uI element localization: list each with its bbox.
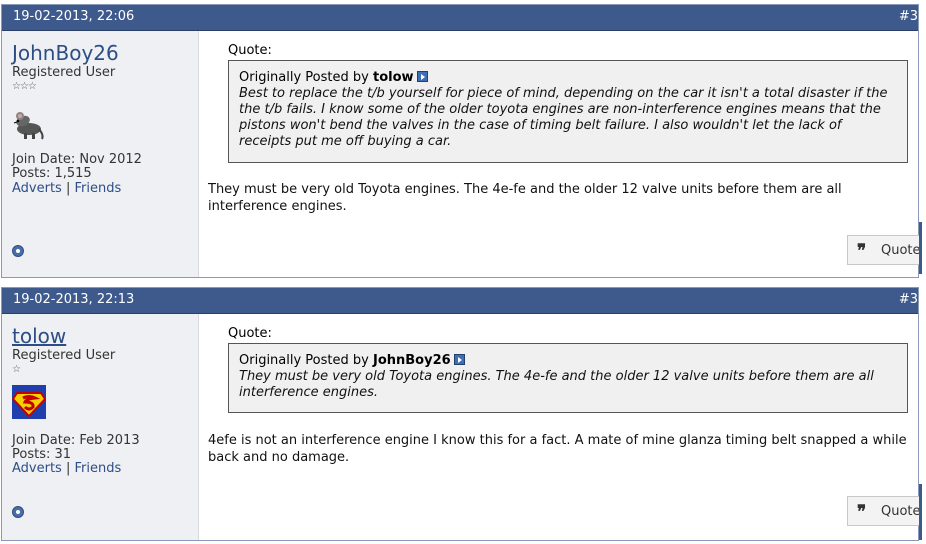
view-post-icon[interactable] [453,354,465,365]
post-content: Quote: Originally Posted by tolow Best t… [199,31,921,277]
post-message: They must be very old Toyota engines. Th… [208,182,842,214]
quote-button-label: Quote [881,504,921,519]
quote-label: Quote: [228,326,272,341]
quote-box: Originally Posted by JohnBoy26 They must… [228,343,908,413]
user-info-panel: tolow Registered User ☆ Join Date: Feb 2… [2,314,199,540]
quoted-text: Best to replace the t/b yourself for pie… [239,86,888,149]
quote-posted-by: Originally Posted by [239,70,369,85]
quote-button-label: Quote [881,243,921,258]
rat-icon[interactable] [12,107,46,141]
quote-box: Originally Posted by tolow Best to repla… [228,60,908,163]
quote-posted-by: Originally Posted by [239,353,369,368]
online-status-icon [12,245,24,257]
post-header: 19-02-2013, 22:13 #3 [2,288,918,314]
post-header: 19-02-2013, 22:06 #3 [2,5,918,31]
online-status-icon [12,506,24,518]
quote-author: JohnBoy26 [372,353,451,368]
right-edge-scrollbar[interactable] [919,484,922,540]
post-date: 19-02-2013, 22:06 [13,9,135,24]
post-number-link[interactable]: #3 [899,9,918,24]
user-info-panel: JohnBoy26 Registered User ☆☆☆ Join Date:… [2,31,199,277]
post-date: 19-02-2013, 22:13 [13,292,135,307]
username-link[interactable]: tolow [12,324,66,348]
view-post-icon[interactable] [416,71,428,82]
user-title: Registered User [12,348,116,363]
link-separator: | [65,181,71,196]
post-count: Posts: 31 [12,447,72,462]
superman-icon[interactable] [11,385,47,419]
username-link[interactable]: JohnBoy26 [12,41,119,65]
quote-author: tolow [372,70,414,85]
quoted-text: They must be very old Toyota engines. Th… [239,369,874,400]
quote-button[interactable]: ❞ Quote [847,496,921,526]
adverts-link[interactable]: Adverts [12,461,62,476]
friends-link[interactable]: Friends [75,461,122,476]
post-content: Quote: Originally Posted by JohnBoy26 Th… [199,314,921,540]
quote-label: Quote: [228,43,272,58]
user-links: Adverts | Friends [12,182,121,196]
post-message: 4efe is not an interference engine I kno… [208,433,907,465]
reputation-stars: ☆ [12,364,21,375]
user-title: Registered User [12,65,116,80]
user-links: Adverts | Friends [12,462,121,476]
post-1: 19-02-2013, 22:06 #3 JohnBoy26 Registere… [1,4,921,278]
reputation-stars: ☆☆☆ [12,81,37,92]
post-count: Posts: 1,515 [12,166,92,181]
friends-link[interactable]: Friends [75,181,122,196]
post-2: 19-02-2013, 22:13 #3 tolow Registered Us… [1,287,921,541]
quote-icon: ❞ [857,502,867,522]
right-edge-scrollbar[interactable] [919,222,922,274]
adverts-link[interactable]: Adverts [12,181,62,196]
quote-icon: ❞ [857,241,867,261]
link-separator: | [65,461,71,476]
join-date-text: Join Date: Feb 2013 [12,433,140,448]
join-date: Join Date: Feb 2013 Posts: 31 [12,434,140,462]
post-number-link[interactable]: #3 [899,292,918,307]
quote-button[interactable]: ❞ Quote [847,235,921,265]
join-date: Join Date: Nov 2012 Posts: 1,515 [12,153,142,181]
join-date-text: Join Date: Nov 2012 [12,152,142,167]
